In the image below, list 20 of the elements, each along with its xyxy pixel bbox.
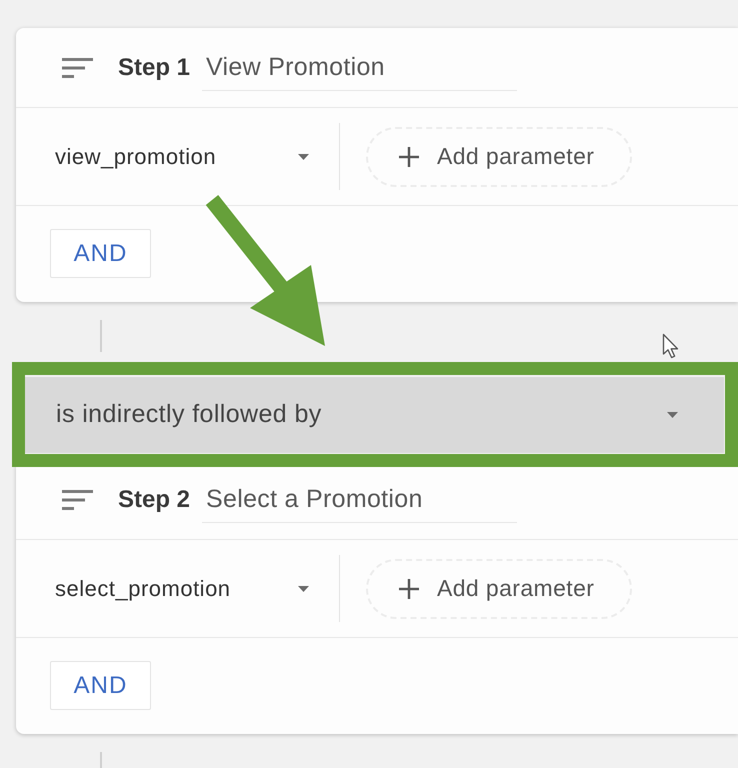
sort-icon (62, 58, 94, 78)
event-dropdown[interactable]: view_promotion (55, 132, 317, 181)
arrow-icon (205, 195, 326, 347)
step-label: Step 1 (118, 52, 190, 82)
and-button[interactable]: AND (50, 661, 151, 710)
add-parameter-button[interactable]: Add parameter (366, 126, 632, 186)
plus-icon (399, 578, 419, 598)
event-dropdown[interactable]: select_promotion (55, 564, 317, 613)
condition-dropdown[interactable]: is indirectly followed by (25, 377, 724, 453)
cursor-icon (662, 333, 680, 359)
caret-icon (667, 412, 678, 418)
caret-icon (298, 154, 309, 160)
caret-icon (298, 586, 309, 592)
step-label: Step 2 (118, 484, 190, 514)
step-name-field[interactable]: Select a Promotion (202, 476, 518, 522)
step-name-field[interactable]: View Promotion (202, 44, 518, 90)
sort-icon (62, 490, 94, 510)
plus-icon (399, 146, 419, 166)
and-button[interactable]: AND (50, 229, 151, 278)
add-parameter-button[interactable]: Add parameter (366, 558, 632, 618)
